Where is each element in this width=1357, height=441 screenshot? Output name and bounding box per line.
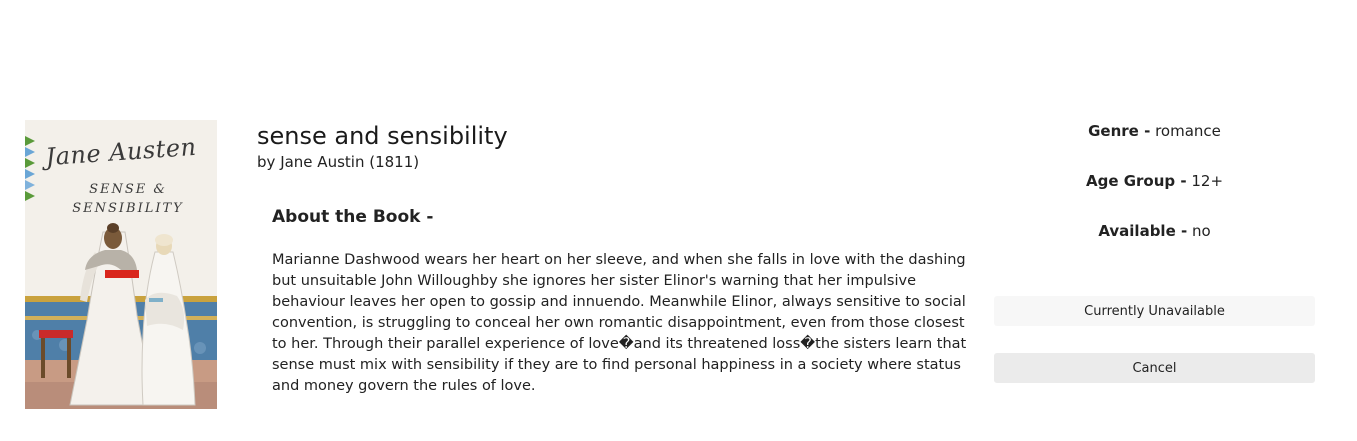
genre-value: romance <box>1155 122 1221 140</box>
age-group-value: 12+ <box>1191 172 1224 190</box>
byline-prefix: by <box>257 153 276 171</box>
cover-title-line: SENSIBILITY <box>72 201 184 216</box>
cancel-button[interactable]: Cancel <box>994 353 1315 383</box>
book-details-panel: Genre - romance Age Group - 12+ Availabl… <box>994 120 1315 270</box>
availability-detail: Available - no <box>994 220 1315 270</box>
availability-value: no <box>1191 222 1211 240</box>
age-group-label: Age Group - <box>1085 172 1187 190</box>
book-year: (1811) <box>369 153 420 171</box>
cover-title-line: SENSE & <box>89 182 167 197</box>
about-book-heading: About the Book - <box>272 207 434 227</box>
book-cover-image: Jane Austen SENSE & SENSIBILITY <box>25 120 217 409</box>
book-detail-page: Jane Austen SENSE & SENSIBILITY sense an… <box>0 0 1357 441</box>
genre-label: Genre - <box>1088 122 1151 140</box>
currently-unavailable-button[interactable]: Currently Unavailable <box>994 296 1315 326</box>
book-title: sense and sensibility <box>257 122 508 150</box>
book-description: Marianne Dashwood wears her heart on her… <box>272 252 967 394</box>
book-author: Jane Austin <box>280 153 365 171</box>
book-byline: by Jane Austin (1811) <box>257 151 419 173</box>
cover-title-text: SENSE & SENSIBILITY <box>25 180 217 218</box>
availability-label: Available - <box>1098 222 1188 240</box>
age-group-detail: Age Group - 12+ <box>994 170 1315 220</box>
genre-detail: Genre - romance <box>994 120 1315 170</box>
